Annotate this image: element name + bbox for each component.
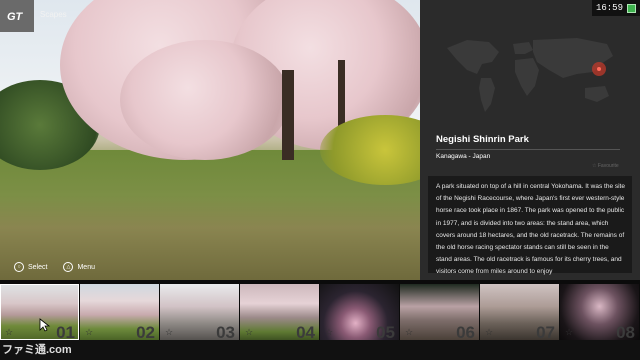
pointer-cursor-icon bbox=[39, 318, 51, 332]
scape-photo bbox=[0, 0, 420, 280]
star-icon: ☆ bbox=[245, 327, 254, 337]
map-south-america bbox=[479, 78, 495, 112]
star-icon: ☆ bbox=[85, 327, 94, 337]
hint-menu[interactable]: △ Menu bbox=[63, 262, 95, 272]
thumbnail-strip: ☆ 01 ☆ 02 ☆ 03 ☆ 04 ☆ 05 ☆ 06 ☆ 07 ☆ 08 bbox=[0, 284, 640, 340]
thumbnail-06[interactable]: ☆ 06 bbox=[400, 284, 479, 340]
thumbnail-number: 05 bbox=[376, 323, 395, 340]
gt-logo[interactable]: GT bbox=[0, 0, 34, 32]
circle-button-icon: ○ bbox=[14, 262, 24, 272]
favorite-toggle[interactable]: ☆ Favourite bbox=[592, 163, 619, 169]
gt-logo-icon: GT bbox=[7, 11, 24, 23]
thumbnail-05[interactable]: ☆ 05 bbox=[320, 284, 399, 340]
star-icon: ☆ bbox=[485, 327, 494, 337]
map-australia bbox=[585, 86, 609, 102]
battery-icon bbox=[627, 3, 636, 13]
location-title: Negishi Shinrin Park bbox=[436, 134, 529, 145]
thumbnail-number: 08 bbox=[616, 323, 635, 340]
status-clock: 16:59 bbox=[591, 0, 640, 16]
button-hints: ○ Select △ Menu bbox=[14, 262, 95, 272]
bottom-bar bbox=[0, 340, 640, 360]
photo-cherry-canopy bbox=[120, 40, 290, 160]
thumbnail-04[interactable]: ☆ 04 bbox=[240, 284, 319, 340]
map-africa bbox=[515, 58, 539, 96]
thumbnail-number: 07 bbox=[536, 323, 555, 340]
star-icon: ☆ bbox=[565, 327, 574, 337]
photo-tree-trunk bbox=[282, 70, 294, 160]
hint-select-label: Select bbox=[28, 263, 48, 271]
triangle-button-icon: △ bbox=[63, 262, 74, 272]
thumbnail-03[interactable]: ☆ 03 bbox=[160, 284, 239, 340]
hint-select[interactable]: ○ Select bbox=[14, 262, 47, 272]
watermark: ファミ通.com bbox=[2, 344, 72, 356]
thumbnail-number: 04 bbox=[296, 323, 315, 340]
thumbnail-08[interactable]: ☆ 08 bbox=[560, 284, 639, 340]
thumbnail-number: 01 bbox=[56, 323, 75, 340]
location-region: Kanagawa - Japan bbox=[436, 153, 491, 160]
world-map bbox=[447, 38, 613, 112]
title-divider bbox=[436, 149, 620, 150]
hint-menu-label: Menu bbox=[77, 263, 95, 271]
star-icon: ☆ bbox=[165, 327, 174, 337]
svg-text:GT: GT bbox=[7, 11, 24, 23]
location-description: A park situated on top of a hill in cent… bbox=[428, 176, 632, 275]
thumbnail-number: 03 bbox=[216, 323, 235, 340]
favorite-label: Favourite bbox=[597, 163, 619, 169]
star-icon: ☆ bbox=[405, 327, 414, 337]
thumbnail-07[interactable]: ☆ 07 bbox=[480, 284, 559, 340]
thumbnail-number: 06 bbox=[456, 323, 475, 340]
breadcrumb: Scapes bbox=[40, 10, 67, 19]
thumbnail-02[interactable]: ☆ 02 bbox=[80, 284, 159, 340]
star-icon: ☆ bbox=[5, 327, 14, 337]
map-europe bbox=[513, 42, 533, 54]
star-icon: ☆ bbox=[325, 327, 334, 337]
thumbnail-number: 02 bbox=[136, 323, 155, 340]
clock-time: 16:59 bbox=[595, 3, 623, 13]
map-north-america bbox=[447, 40, 499, 74]
location-marker-dot bbox=[597, 67, 601, 71]
